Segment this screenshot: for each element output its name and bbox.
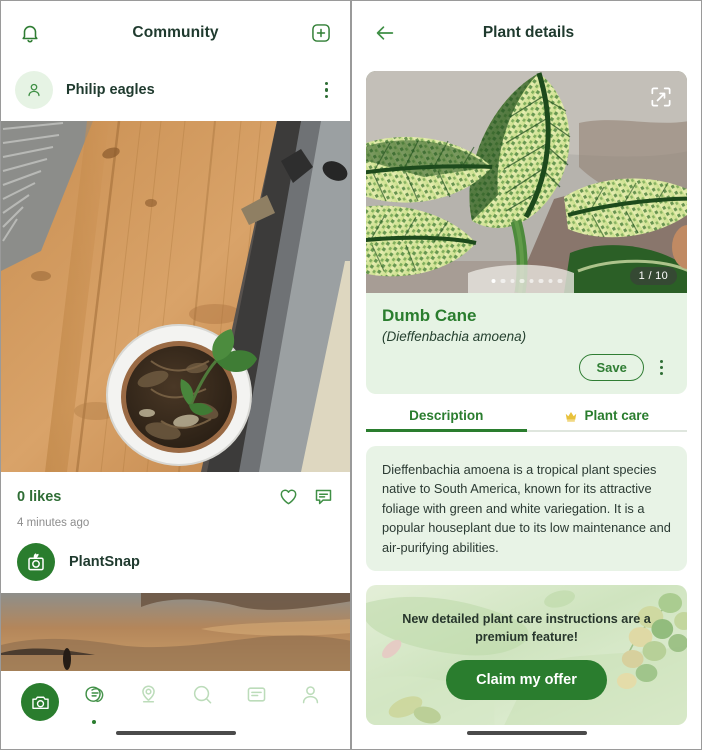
page-title: Plant details — [482, 24, 575, 41]
plant-details-screen: Plant details 1 / 10 Dumb Cane (Dieffenb… — [351, 0, 702, 750]
likes-row: 0 likes — [1, 472, 350, 511]
promo-content: New detailed plant care instructions are… — [366, 585, 687, 725]
plant-common-name: Dumb Cane — [382, 306, 477, 325]
tab-description[interactable]: Description — [366, 408, 527, 432]
carousel-dots[interactable] — [491, 278, 562, 283]
plus-square-icon[interactable] — [306, 18, 336, 48]
home-indicator — [115, 731, 236, 735]
nav-item-community[interactable] — [71, 683, 117, 724]
nav-active-dot — [92, 720, 97, 724]
plant-summary-card: 1 / 10 Dumb Cane (Dieffenbachia amoena) … — [366, 71, 687, 394]
tab-description-label: Description — [409, 408, 484, 423]
nav-item-search[interactable] — [180, 683, 226, 706]
plant-description-text: Dieffenbachia amoena is a tropical plant… — [366, 446, 687, 572]
tab-plant-care[interactable]: Plant care — [527, 408, 688, 432]
image-counter-badge: 1 / 10 — [629, 267, 677, 285]
premium-promo-banner[interactable]: New detailed plant care instructions are… — [366, 585, 687, 726]
community-chat-icon — [82, 683, 107, 708]
post2-author-name: PlantSnap — [69, 554, 140, 570]
avatar — [15, 71, 53, 109]
post-author-name: Philip eagles — [66, 82, 155, 98]
post-actions — [278, 486, 334, 507]
plant-card-actions: Save — [382, 354, 671, 381]
post-photo[interactable] — [1, 121, 350, 472]
bottom-navigation — [1, 671, 350, 749]
location-pin-icon — [137, 683, 160, 706]
details-tabs: Description Plant care — [366, 408, 687, 432]
tab-plant-care-label: Plant care — [584, 408, 650, 423]
promo-text: New detailed plant care instructions are… — [402, 611, 651, 645]
search-icon — [191, 683, 214, 706]
post2-author-row[interactable]: PlantSnap — [1, 529, 350, 593]
kebab-menu-icon[interactable] — [652, 356, 671, 380]
details-header: Plant details — [352, 1, 701, 65]
plantsnap-logo-icon — [17, 543, 55, 581]
expand-fullscreen-icon[interactable] — [648, 84, 674, 110]
post-timestamp: 4 minutes ago — [17, 517, 90, 529]
nav-item-explore[interactable] — [125, 683, 171, 706]
plant-latin-name: (Dieffenbachia amoena) — [382, 329, 527, 344]
bell-icon[interactable] — [15, 18, 45, 48]
comment-icon[interactable] — [313, 486, 334, 507]
article-icon — [245, 683, 268, 706]
crown-icon — [564, 409, 578, 423]
post-author-row[interactable]: Philip eagles — [1, 65, 350, 121]
nav-item-articles[interactable] — [234, 683, 280, 706]
nav-item-camera[interactable] — [17, 683, 63, 721]
community-header: Community — [1, 1, 350, 65]
plant-summary-body: Dumb Cane (Dieffenbachia amoena) Save — [366, 293, 687, 394]
home-indicator — [466, 731, 587, 735]
claim-offer-button[interactable]: Claim my offer — [446, 660, 607, 701]
nav-item-profile[interactable] — [288, 683, 334, 706]
arrow-left-icon[interactable] — [370, 18, 400, 48]
heart-icon[interactable] — [278, 486, 299, 507]
page-title: Community — [132, 24, 219, 41]
post2-photo[interactable] — [1, 593, 350, 671]
community-screen: Community Philip eagles 0 likes 4 minute… — [0, 0, 351, 750]
plant-hero-image[interactable]: 1 / 10 — [366, 71, 687, 293]
save-button[interactable]: Save — [579, 354, 644, 381]
likes-count: 0 likes — [17, 488, 62, 505]
person-icon — [299, 683, 322, 706]
kebab-menu-icon[interactable] — [317, 78, 336, 102]
dual-phone-screenshot: Community Philip eagles 0 likes 4 minute… — [0, 0, 702, 750]
camera-icon — [21, 683, 59, 721]
